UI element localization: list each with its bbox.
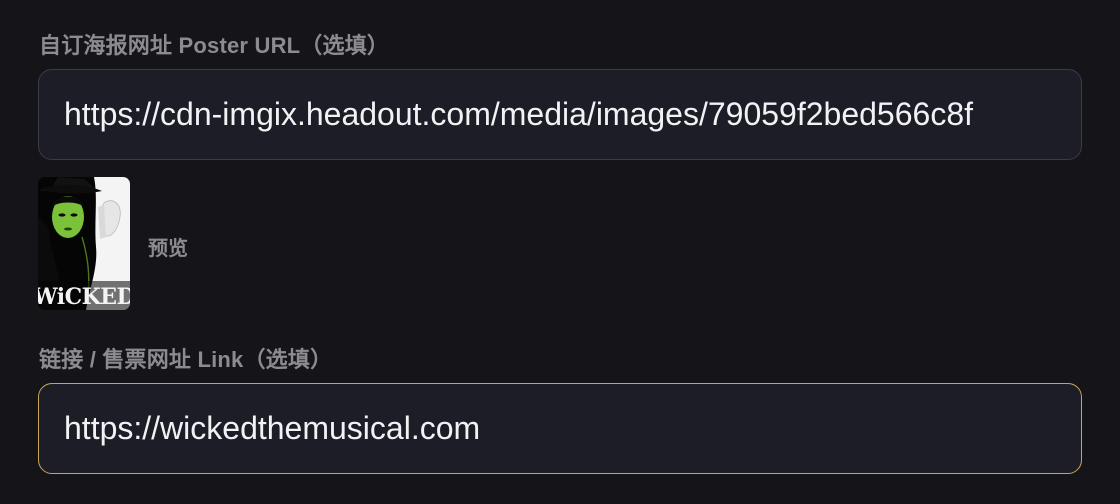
preview-caption: 预览 (148, 238, 188, 260)
poster-url-input[interactable] (38, 69, 1082, 160)
wicked-poster-artwork: WiCKED (38, 177, 130, 310)
poster-url-label: 自订海报网址 Poster URL（选填） (39, 33, 390, 58)
link-url-input[interactable] (38, 383, 1082, 474)
wicked-title-text: WiCKED (38, 284, 130, 310)
poster-preview-image: WiCKED (38, 177, 130, 310)
link-url-label: 链接 / 售票网址 Link（选填） (39, 347, 333, 372)
